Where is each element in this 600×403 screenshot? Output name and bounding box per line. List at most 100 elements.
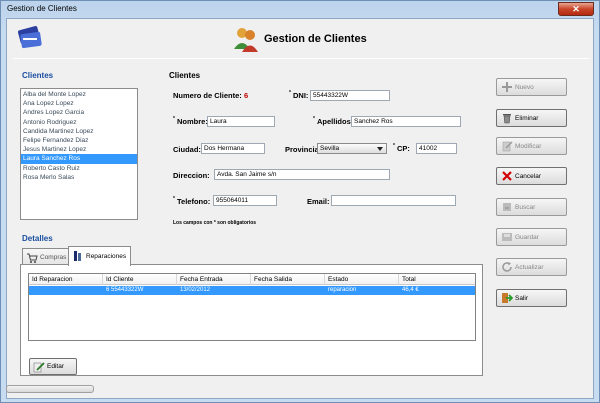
details-label: Detalles [22, 234, 53, 243]
apellidos-field[interactable]: Sanchez Ros [351, 116, 461, 127]
direccion-label: Direccion: [173, 171, 210, 180]
list-item[interactable]: Rosa Merlo Salas [21, 173, 137, 182]
actualizar-label: Actualizar [515, 263, 544, 271]
required-fields-hint: Los campos con * son obligatorios [173, 220, 257, 226]
window-title: Gestion de Clientes [7, 4, 77, 13]
cancelar-label: Cancelar [515, 172, 542, 180]
save-icon [502, 233, 512, 241]
salir-button[interactable]: Salir [496, 289, 567, 307]
chevron-down-icon [377, 147, 383, 151]
buscar-button[interactable]: Buscar [496, 198, 567, 216]
trash-icon [503, 114, 511, 124]
nombre-required-marker: * [173, 116, 175, 122]
nuevo-button[interactable]: Nuevo [496, 78, 567, 96]
reparaciones-table[interactable]: Id Reparacion Id Cliente Fecha Entrada F… [28, 273, 476, 341]
exit-door-icon [502, 293, 513, 303]
modificar-label: Modificar [515, 142, 542, 150]
column-header[interactable]: Estado [325, 274, 399, 285]
email-field[interactable] [331, 195, 456, 206]
list-item-selected[interactable]: Laura Sanchez Ros [21, 154, 137, 164]
header-divider [13, 58, 589, 59]
telefono-field[interactable]: 955064011 [213, 195, 277, 206]
edit-pencil-icon [33, 362, 45, 373]
reparaciones-panel: Id Reparacion Id Cliente Fecha Entrada F… [20, 264, 483, 376]
buscar-label: Buscar [515, 203, 536, 211]
guardar-button[interactable]: Guardar [496, 228, 567, 246]
form-section-label: Clientes [169, 71, 201, 80]
cell-fecha-entrada: 13/02/2012 [180, 287, 211, 293]
provincia-select[interactable]: Sevilla [317, 143, 387, 154]
edit-document-icon [502, 141, 513, 152]
wrench-icon [74, 251, 81, 261]
nombre-label: Nombre: [177, 117, 208, 126]
app-window: Gestion de Clientes ✕ Gestion de Cliente… [0, 0, 600, 403]
dni-field[interactable]: 55443322W [310, 90, 390, 101]
cell-id-cliente: 6 55443322W [106, 287, 144, 293]
email-label: Email: [307, 197, 330, 206]
apellidos-required-marker: * [313, 116, 315, 122]
clients-list-label: Clientes [22, 71, 54, 80]
eliminar-button[interactable]: Eliminar [496, 109, 567, 127]
tab-compras-label: Compras [40, 254, 67, 261]
list-item[interactable]: Antonio Rodriguez [21, 118, 137, 127]
cancel-x-icon [502, 171, 512, 181]
modificar-button[interactable]: Modificar [496, 137, 567, 155]
list-item[interactable]: Andres Lopez Garcia [21, 108, 137, 117]
tab-reparaciones[interactable]: Reparaciones [68, 246, 131, 266]
direccion-field[interactable]: Avda. San Jaime s/n [214, 169, 390, 180]
plus-icon [502, 82, 512, 92]
list-item[interactable]: Ana Lopez Lopez [21, 99, 137, 108]
nombre-field[interactable]: Laura [207, 116, 275, 127]
ciudad-field[interactable]: Dos Hermana [201, 143, 265, 154]
dni-label: DNI: [293, 91, 309, 100]
nuevo-label: Nuevo [515, 83, 534, 91]
table-header: Id Reparacion Id Cliente Fecha Entrada F… [29, 274, 475, 285]
client-area: Gestion de Clientes Clientes Alba del Mo… [6, 18, 594, 399]
cell-id-reparacion [29, 286, 103, 295]
column-header[interactable]: Id Cliente [103, 274, 177, 285]
search-icon [503, 203, 511, 211]
column-header[interactable]: Total [399, 274, 475, 285]
column-header[interactable]: Fecha Entrada [177, 274, 251, 285]
actualizar-button[interactable]: Actualizar [496, 258, 567, 276]
clients-list[interactable]: Alba del Monte Lopez Ana Lopez Lopez And… [20, 88, 138, 220]
editar-label: Editar [47, 363, 64, 370]
guardar-label: Guardar [515, 233, 539, 241]
telefono-required-marker: * [173, 196, 175, 202]
provincia-label: Provincia: [285, 145, 322, 154]
tab-reparaciones-label: Reparaciones [86, 253, 127, 260]
horizontal-scrollbar[interactable] [6, 385, 94, 393]
salir-label: Salir [515, 294, 529, 302]
page-title: Gestion de Clientes [264, 33, 367, 45]
ciudad-label: Ciudad: [173, 145, 201, 154]
cp-field[interactable]: 41002 [416, 143, 457, 154]
cell-fecha-salida [251, 286, 325, 295]
shopping-cart-icon [27, 253, 38, 263]
provincia-selected-value: Sevilla [320, 145, 340, 152]
column-header[interactable]: Fecha Salida [251, 274, 325, 285]
title-bar[interactable]: Gestion de Clientes ✕ [1, 1, 599, 18]
list-item[interactable]: Candida Martinez Lopez [21, 127, 137, 136]
eliminar-label: Eliminar [515, 114, 539, 122]
cards-logo-icon [17, 26, 42, 49]
users-icon [234, 28, 258, 52]
refresh-icon [502, 262, 512, 272]
list-item[interactable]: Felipe Fernandez Diaz [21, 136, 137, 145]
numero-label: Numero de Cliente: [173, 91, 242, 100]
close-button[interactable]: ✕ [558, 2, 594, 16]
list-item[interactable]: Jesus Martinez Lopez [21, 145, 137, 154]
numero-value: 6 [244, 91, 249, 100]
cp-required-marker: * [393, 143, 395, 149]
list-item[interactable]: Alba del Monte Lopez [21, 90, 137, 99]
cell-total: 46,4 € [402, 287, 419, 293]
cancelar-button[interactable]: Cancelar [496, 167, 567, 185]
editar-button[interactable]: Editar [29, 358, 77, 375]
dni-required-marker: * [289, 90, 291, 96]
cell-estado: reparacion [328, 287, 357, 293]
apellidos-label: Apellidos: [317, 117, 354, 126]
telefono-label: Telefono: [177, 197, 211, 206]
table-row[interactable]: 6 55443322W 13/02/2012 reparacion 46,4 € [29, 286, 475, 295]
column-header[interactable]: Id Reparacion [29, 274, 103, 285]
cp-label: CP: [397, 144, 410, 153]
list-item[interactable]: Roberto Casto Ruiz [21, 164, 137, 173]
